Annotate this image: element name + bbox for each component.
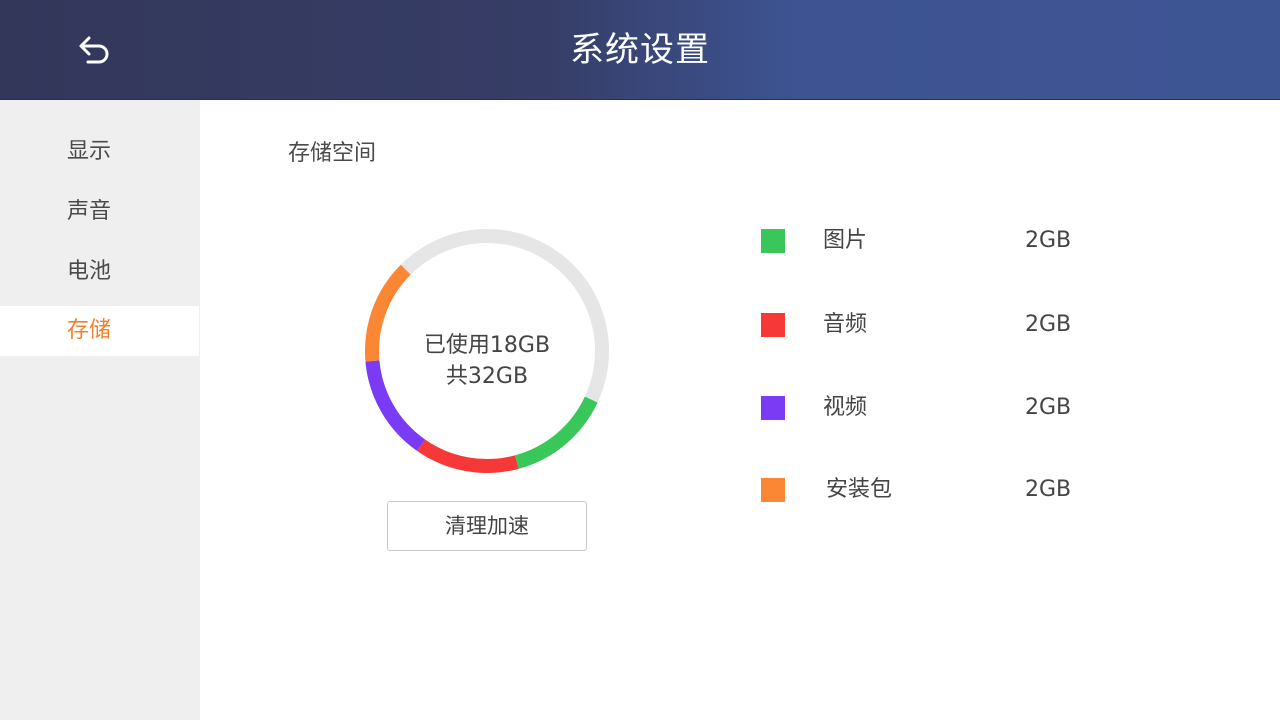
- top-bar: 系统设置: [0, 0, 1280, 100]
- legend-label: 视频: [823, 395, 868, 420]
- sidebar-item-storage[interactable]: 存储: [0, 306, 199, 356]
- legend-swatch: [761, 478, 785, 502]
- legend-swatch: [761, 229, 785, 253]
- sidebar-item-battery[interactable]: 电池: [0, 247, 199, 297]
- legend-item-video: 视频 2GB: [761, 388, 1101, 428]
- legend-swatch: [761, 313, 785, 337]
- legend-value: 2GB: [1025, 395, 1072, 420]
- page-title: 系统设置: [570, 30, 710, 70]
- donut-segment-images: [514, 396, 598, 469]
- used-storage-label: 已使用18GB: [423, 333, 551, 358]
- storage-section-title: 存储空间: [288, 141, 377, 166]
- legend-label: 音频: [823, 312, 868, 337]
- legend-value: 2GB: [1025, 312, 1072, 337]
- legend-label: 图片: [823, 228, 868, 253]
- sidebar-item-sound[interactable]: 声音: [0, 187, 199, 237]
- sidebar: 显示 声音 电池 存储: [0, 100, 200, 720]
- legend-value: 2GB: [1025, 228, 1072, 253]
- legend-value: 2GB: [1025, 477, 1072, 502]
- storage-usage-text: 已使用18GB 共32GB: [387, 330, 587, 392]
- total-storage-label: 共32GB: [445, 364, 529, 389]
- sidebar-item-display[interactable]: 显示: [0, 127, 199, 177]
- legend-item-packages: 安装包 2GB: [761, 470, 1101, 510]
- legend-item-images: 图片 2GB: [761, 221, 1101, 261]
- donut-segment-audio: [417, 439, 519, 473]
- clean-accelerate-button[interactable]: 清理加速: [387, 501, 587, 551]
- legend-swatch: [761, 396, 785, 420]
- legend-label: 安装包: [826, 477, 893, 502]
- legend-item-audio: 音频 2GB: [761, 305, 1101, 345]
